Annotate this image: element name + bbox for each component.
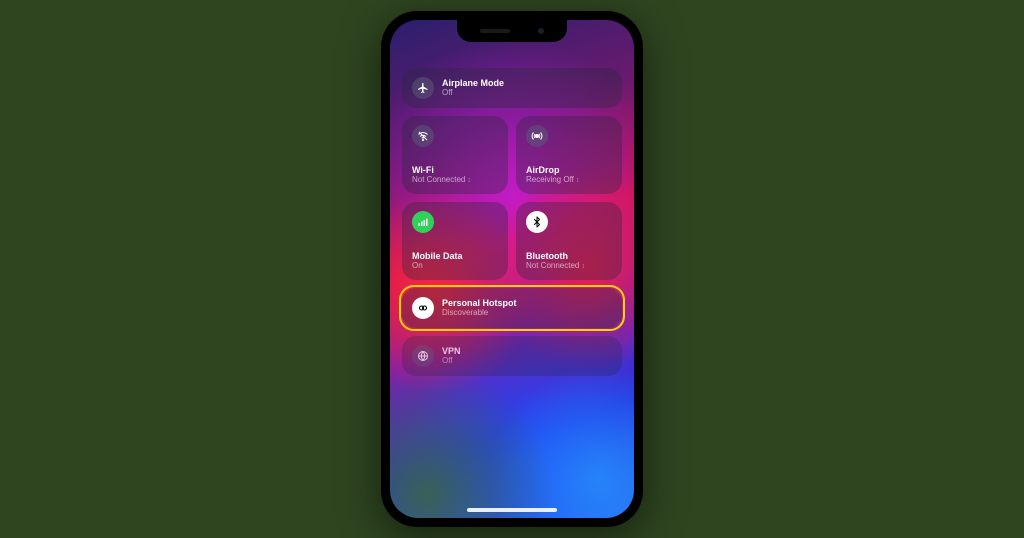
front-camera [538,28,544,34]
airplane-status: Off [442,89,504,98]
bluetooth-tile[interactable]: Bluetooth Not Connected [516,202,622,280]
wifi-icon [412,125,434,147]
vpn-tile[interactable]: VPN Off [402,336,622,376]
hotspot-icon [412,297,434,319]
page-background: Airplane Mode Off Wi-Fi Not Connected [0,0,1024,538]
phone-screen: Airplane Mode Off Wi-Fi Not Connected [390,20,634,518]
hotspot-tile[interactable]: Personal Hotspot Discoverable [402,288,622,328]
speaker-grille [480,29,510,33]
hotspot-highlight: Personal Hotspot Discoverable [399,285,625,331]
bluetooth-icon [526,211,548,233]
control-center-connectivity: Airplane Mode Off Wi-Fi Not Connected [390,20,634,518]
airplane-icon [412,77,434,99]
bluetooth-status: Not Connected [526,262,612,271]
cellular-tile[interactable]: Mobile Data On [402,202,508,280]
cellular-icon [412,211,434,233]
wifi-tile[interactable]: Wi-Fi Not Connected [402,116,508,194]
airplane-mode-tile[interactable]: Airplane Mode Off [402,68,622,108]
phone-frame: Airplane Mode Off Wi-Fi Not Connected [381,11,643,527]
hotspot-status: Discoverable [442,309,517,318]
airdrop-status: Receiving Off [526,176,612,185]
row-wifi-airdrop: Wi-Fi Not Connected AirDrop Receiving Of… [402,116,622,194]
notch [457,20,567,42]
home-indicator[interactable] [467,508,557,512]
vpn-status: Off [442,357,461,366]
wifi-status: Not Connected [412,176,498,185]
cellular-label: Mobile Data [412,252,498,262]
row-cellular-bluetooth: Mobile Data On Bluetooth Not Connected [402,202,622,280]
cellular-status: On [412,262,498,271]
airdrop-tile[interactable]: AirDrop Receiving Off [516,116,622,194]
vpn-icon [412,345,434,367]
airdrop-icon [526,125,548,147]
